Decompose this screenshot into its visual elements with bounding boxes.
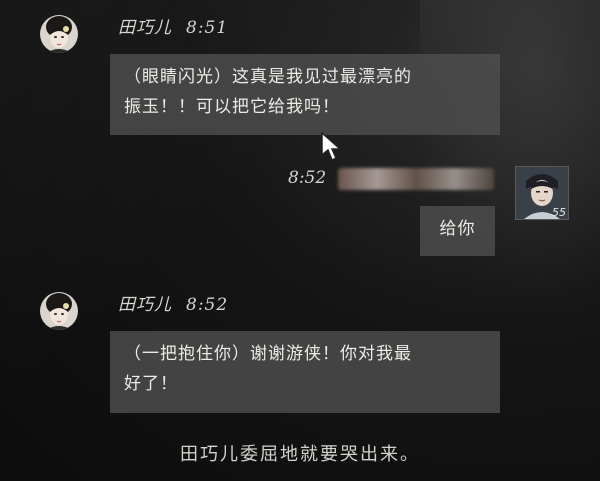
npc-message-bubble[interactable]: （一把抱住你）谢谢游侠！你对我最 好了！ xyxy=(110,331,500,413)
girl-portrait-icon xyxy=(40,15,78,53)
message-text: 给你 xyxy=(439,219,476,239)
npc-message-bubble[interactable]: （眼睛闪光）这真是我见过最漂亮的 振玉！！可以把它给我吗！ xyxy=(110,54,500,135)
message-line: （一把抱住你）谢谢游侠！你对我最 xyxy=(124,344,412,364)
npc-name-time: 田巧儿 8:52 xyxy=(118,290,228,315)
npc-avatar[interactable] xyxy=(40,292,78,330)
message-time: 8:52 xyxy=(186,295,229,315)
player-level-badge: 55 xyxy=(552,206,566,219)
message-line: 振玉！！可以把它给我吗！ xyxy=(124,97,340,117)
message-line: （眼睛闪光）这真是我见过最漂亮的 xyxy=(124,67,412,87)
narration-text: 田巧儿委屈地就要哭出来。 xyxy=(180,444,420,465)
message-line: 好了！ xyxy=(124,374,178,394)
girl-portrait-icon xyxy=(40,292,78,330)
npc-name-time: 田巧儿 8:51 xyxy=(118,13,228,38)
player-message-bubble[interactable]: 给你 xyxy=(420,206,495,256)
message-time: 8:51 xyxy=(186,18,229,38)
player-message-time: 8:52 xyxy=(288,168,327,188)
player-name-blurred xyxy=(338,168,494,190)
npc-avatar[interactable] xyxy=(40,15,78,53)
player-avatar[interactable]: 55 xyxy=(515,166,569,220)
speaker-name: 田巧儿 xyxy=(118,18,172,38)
speaker-name: 田巧儿 xyxy=(118,295,172,315)
mouse-cursor-icon xyxy=(320,131,344,167)
